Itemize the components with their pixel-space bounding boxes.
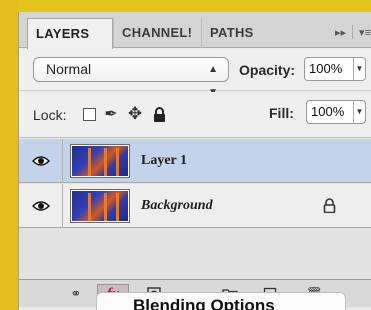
panel-menu-icon[interactable]: ▾≡ bbox=[359, 26, 371, 39]
link-layers-icon[interactable]: ⚭ bbox=[65, 284, 87, 304]
visibility-toggle[interactable] bbox=[19, 139, 63, 183]
panel-options: ▸▸ ▾≡ bbox=[335, 20, 371, 44]
lock-label: Lock: bbox=[33, 107, 67, 123]
lock-all-icon[interactable] bbox=[151, 106, 167, 122]
tooltip-blending-options: Blending Options bbox=[96, 292, 346, 310]
layers-list: Layer 1 Background bbox=[19, 139, 371, 279]
fill-field[interactable]: 100% ▼ bbox=[306, 100, 366, 124]
lock-image-pixels-icon[interactable]: ✒ bbox=[103, 106, 119, 123]
visibility-toggle[interactable] bbox=[19, 184, 63, 228]
eye-icon bbox=[31, 201, 50, 211]
tab-layers[interactable]: LAYERS bbox=[27, 18, 113, 49]
lock-row: Lock: ✒ ✥ Fill: 100% ▼ bbox=[19, 92, 371, 138]
background-margin bbox=[0, 0, 18, 310]
panel-tab-bar: LAYERS CHANNEL! PATHS ▸▸ ▾≡ bbox=[19, 12, 371, 49]
layer-lock-icon bbox=[323, 198, 336, 218]
layer-name[interactable]: Background bbox=[141, 198, 213, 214]
eye-icon bbox=[31, 156, 50, 166]
lock-position-icon[interactable]: ✥ bbox=[127, 104, 143, 123]
opacity-dropdown-icon[interactable]: ▼ bbox=[353, 58, 365, 80]
layer-row-layer-1[interactable]: Layer 1 bbox=[19, 139, 371, 183]
lock-transparent-pixels-icon[interactable] bbox=[81, 106, 97, 122]
opacity-label: Opacity: bbox=[239, 62, 296, 78]
blend-row: Normal ▲▼ Opacity: 100% ▼ bbox=[19, 49, 371, 98]
tab-paths[interactable]: PATHS bbox=[201, 18, 263, 48]
opacity-field[interactable]: 100% ▼ bbox=[304, 57, 366, 81]
tab-channels[interactable]: CHANNEL! bbox=[113, 18, 201, 48]
blend-mode-value: Normal bbox=[46, 61, 92, 77]
collapse-panel-icon[interactable]: ▸▸ bbox=[335, 26, 346, 39]
opacity-value: 100% bbox=[309, 61, 343, 76]
fill-value: 100% bbox=[311, 104, 345, 119]
divider bbox=[352, 25, 354, 39]
layers-panel: LAYERS CHANNEL! PATHS ▸▸ ▾≡ Normal ▲▼ Op… bbox=[18, 12, 371, 310]
layer-thumbnail bbox=[70, 189, 130, 223]
layer-name[interactable]: Layer 1 bbox=[141, 153, 187, 169]
layer-thumbnail bbox=[70, 144, 130, 178]
layer-row-background[interactable]: Background bbox=[19, 184, 371, 228]
fill-dropdown-icon[interactable]: ▼ bbox=[353, 101, 365, 123]
blend-mode-select[interactable]: Normal ▲▼ bbox=[33, 57, 229, 98]
fill-label: Fill: bbox=[269, 105, 294, 121]
